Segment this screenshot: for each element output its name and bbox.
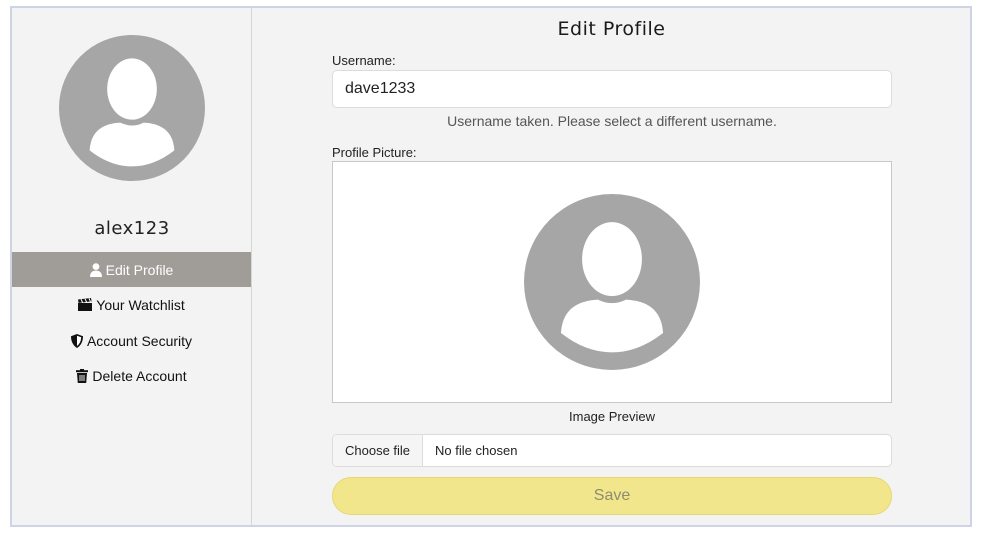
username-feedback: Username taken. Please select a differen… [447,113,777,129]
image-preview-caption: Image Preview [569,409,655,424]
choose-file-button[interactable]: Choose file [333,435,424,466]
shield-icon [70,333,83,348]
page-title: Edit Profile [557,18,666,40]
username-input[interactable] [332,70,892,108]
profile-panel: alex123 Edit Profile Your Watchlist Acco… [10,6,972,527]
save-button[interactable]: Save [332,477,892,515]
edit-profile-form: Edit Profile Username: Username taken. P… [253,8,970,525]
profile-picture-file-input[interactable]: Choose file No file chosen [332,434,892,467]
avatar-preview [524,194,700,370]
avatar [59,35,205,181]
image-preview-box [332,161,892,403]
username-label: Username: [332,53,396,68]
clapperboard-icon [78,298,93,311]
sidebar-item-watchlist[interactable]: Your Watchlist [12,287,251,322]
sidebar-username: alex123 [94,218,170,239]
sidebar-item-label: Delete Account [92,367,187,384]
sidebar-item-label: Edit Profile [105,261,174,278]
sidebar-item-account-security[interactable]: Account Security [12,323,251,358]
sidebar-item-label: Account Security [86,332,193,349]
file-status-text: No file chosen [435,443,518,458]
sidebar: alex123 Edit Profile Your Watchlist Acco… [12,8,252,525]
trash-icon [76,368,89,383]
profile-picture-label: Profile Picture: [332,145,417,160]
user-icon [89,262,102,277]
sidebar-item-edit-profile[interactable]: Edit Profile [12,252,251,287]
sidebar-item-label: Your Watchlist [96,296,185,313]
sidebar-item-delete-account[interactable]: Delete Account [12,358,251,393]
